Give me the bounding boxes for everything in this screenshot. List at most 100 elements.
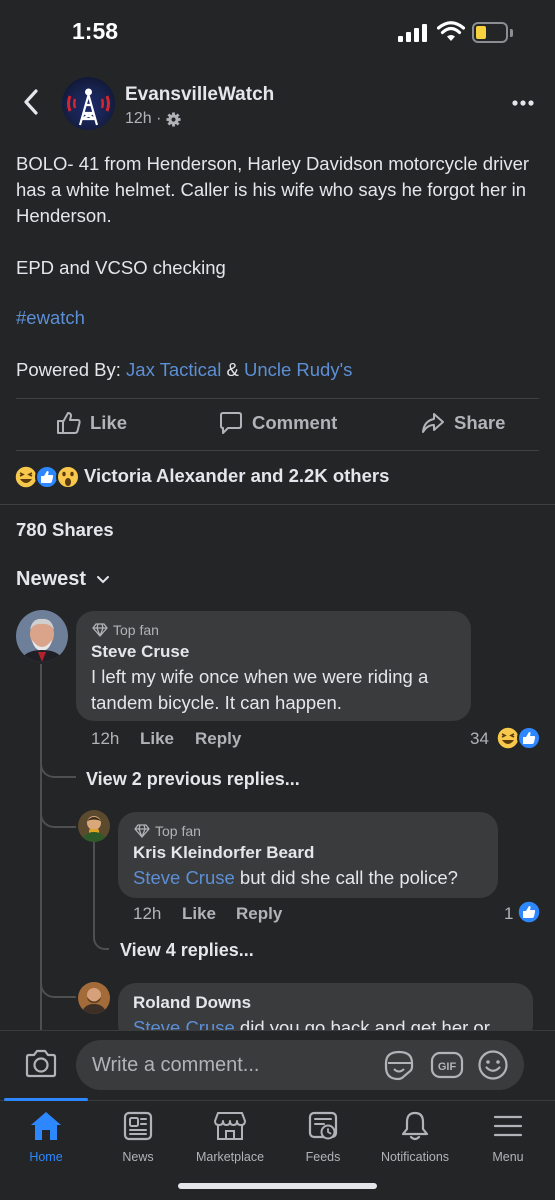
- avatar[interactable]: [16, 610, 68, 662]
- comment-time: 12h: [91, 729, 120, 748]
- commenter-name[interactable]: Kris Kleindorfer Beard: [133, 843, 314, 863]
- haha-reaction-icon: [14, 465, 38, 489]
- gif-icon[interactable]: GIF: [430, 1050, 464, 1080]
- comment-button[interactable]: Comment: [218, 411, 337, 435]
- comment-reaction-count[interactable]: 1: [504, 904, 513, 924]
- powered-by-label: Powered By:: [16, 359, 127, 380]
- comment-reaction-icons[interactable]: [496, 725, 542, 751]
- nav-notifications-label: Notifications: [380, 1150, 450, 1164]
- nav-news-label: News: [122, 1150, 154, 1164]
- commenter-name[interactable]: Steve Cruse: [91, 642, 189, 662]
- like-button[interactable]: Like: [56, 411, 127, 435]
- comment-text-body: but did she call the police?: [234, 867, 458, 888]
- nav-feeds-label: Feeds: [305, 1150, 341, 1164]
- divider: [16, 450, 539, 451]
- nav-marketplace-label: Marketplace: [195, 1150, 265, 1164]
- top-fan-badge: Top fan: [92, 622, 159, 638]
- post-meta: 12h ·: [125, 110, 181, 128]
- nav-menu[interactable]: Menu: [462, 1110, 554, 1164]
- back-arrow-icon[interactable]: [20, 88, 42, 116]
- nav-notifications[interactable]: Notifications: [369, 1110, 461, 1164]
- comment-reply-button[interactable]: Reply: [195, 729, 241, 749]
- shares-count[interactable]: 780 Shares: [16, 519, 114, 541]
- camera-icon[interactable]: [24, 1049, 58, 1079]
- cellular-signal-icon: [398, 24, 428, 42]
- reaction-icons[interactable]: [14, 464, 82, 490]
- avatar[interactable]: [78, 982, 110, 1014]
- hashtag-link[interactable]: #ewatch: [16, 307, 85, 329]
- nav-menu-label: Menu: [492, 1150, 524, 1164]
- thread-connector: [40, 976, 76, 998]
- post-text-paragraph-1: BOLO- 41 from Henderson, Harley Davidson…: [16, 153, 530, 226]
- battery-icon: [472, 22, 508, 43]
- bell-icon: [401, 1111, 429, 1141]
- reactions-summary[interactable]: Victoria Alexander and 2.2K others: [84, 465, 389, 487]
- like-reaction-icon: [35, 465, 59, 489]
- view-replies-link[interactable]: View 4 replies...: [120, 940, 254, 961]
- active-tab-indicator: [4, 1098, 88, 1101]
- avatar[interactable]: [78, 810, 110, 842]
- badge-label: Top fan: [113, 622, 159, 638]
- menu-icon: [493, 1115, 523, 1137]
- nav-home[interactable]: Home: [0, 1110, 92, 1164]
- nav-news[interactable]: News: [92, 1110, 184, 1164]
- post-text-paragraph-2: EPD and VCSO checking: [16, 257, 226, 278]
- thumbs-up-icon: [57, 412, 81, 434]
- status-time: 1:58: [72, 18, 119, 44]
- divider: [16, 398, 539, 399]
- comment-bubble-icon: [220, 412, 242, 434]
- news-icon: [123, 1111, 153, 1141]
- divider: [0, 504, 555, 505]
- sticker-icon[interactable]: [382, 1049, 416, 1081]
- badge-label: Top fan: [155, 823, 201, 839]
- more-options-icon[interactable]: [512, 100, 534, 106]
- comment-text: Steve Cruse but did she call the police?: [133, 865, 458, 891]
- thread-line: [93, 842, 95, 938]
- comment-reaction-count[interactable]: 34: [470, 729, 489, 749]
- sort-dropdown[interactable]: Newest: [16, 568, 110, 591]
- sponsor-link-uncle-rudys[interactable]: Uncle Rudy's: [244, 359, 352, 380]
- thread-connector: [93, 928, 109, 950]
- view-previous-replies[interactable]: View 2 previous replies...: [86, 769, 300, 790]
- like-reaction-icon[interactable]: [517, 900, 541, 924]
- ampersand: &: [221, 359, 244, 380]
- comment-text: I left my wife once when we were riding …: [91, 666, 429, 713]
- diamond-icon: [92, 623, 108, 637]
- nav-feeds[interactable]: Feeds: [277, 1110, 369, 1164]
- diamond-icon: [134, 824, 150, 838]
- comment-like-button[interactable]: Like: [140, 729, 174, 749]
- commenter-name[interactable]: Roland Downs: [133, 993, 251, 1013]
- wifi-icon: [437, 21, 465, 43]
- wow-reaction-icon: [56, 465, 80, 489]
- feeds-icon: [308, 1111, 338, 1140]
- like-reaction-icon: [517, 726, 541, 750]
- comment-input-placeholder: Write a comment...: [92, 1054, 260, 1076]
- home-icon: [31, 1112, 61, 1140]
- sort-label: Newest: [16, 568, 87, 590]
- comment-like-button[interactable]: Like: [182, 904, 216, 924]
- emoji-icon[interactable]: [477, 1049, 509, 1081]
- battery-tip: [510, 29, 513, 37]
- comment-time: 12h: [133, 904, 162, 923]
- powered-by-line: Powered By: Jax Tactical & Uncle Rudy's: [16, 359, 352, 381]
- svg-text:GIF: GIF: [438, 1061, 457, 1073]
- like-label: Like: [90, 412, 128, 433]
- page-name[interactable]: EvansvilleWatch: [125, 84, 274, 106]
- radio-tower-logo: [67, 88, 110, 126]
- nav-home-label: Home: [29, 1150, 63, 1164]
- comment-label: Comment: [252, 412, 338, 433]
- thread-connector: [40, 756, 76, 778]
- nav-marketplace[interactable]: Marketplace: [184, 1110, 276, 1164]
- comment-reply-button[interactable]: Reply: [236, 904, 282, 924]
- gear-icon: [166, 111, 181, 127]
- page-avatar[interactable]: [62, 77, 115, 130]
- top-fan-badge: Top fan: [134, 823, 201, 839]
- share-label: Share: [454, 412, 506, 433]
- mention-link[interactable]: Steve Cruse: [133, 867, 235, 888]
- share-button[interactable]: Share: [420, 411, 505, 435]
- thread-connector: [40, 806, 76, 828]
- post-age: 12h ·: [125, 110, 162, 127]
- share-arrow-icon: [422, 413, 444, 433]
- sponsor-link-jax-tactical[interactable]: Jax Tactical: [126, 359, 221, 380]
- home-indicator[interactable]: [178, 1183, 377, 1189]
